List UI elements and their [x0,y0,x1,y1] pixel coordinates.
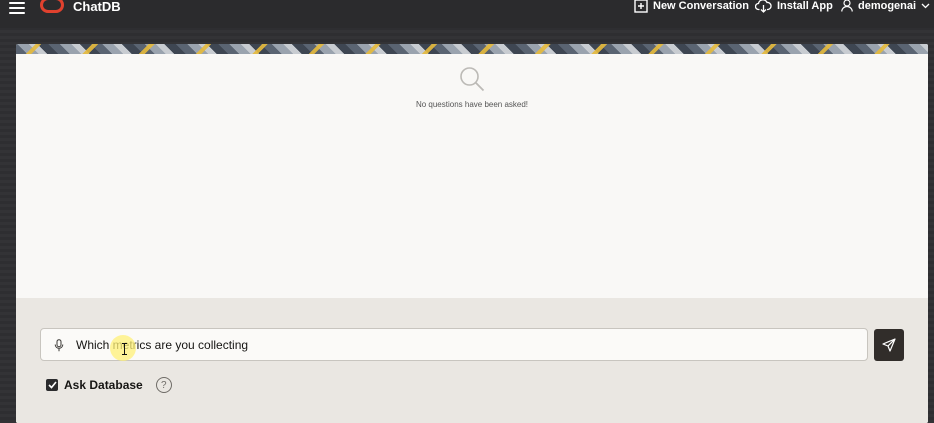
chat-region: No questions have been asked! Which metr… [16,44,928,423]
user-menu[interactable]: demogenai [841,0,930,12]
prompt-input[interactable] [76,329,856,360]
checkmark-icon [47,381,57,389]
prompt-footer: Ask Database ? [16,298,928,423]
user-name: demogenai [858,0,917,12]
decorative-banner [16,44,928,54]
search-icon [460,67,485,92]
user-icon [841,0,853,12]
app-title[interactable]: ChatDB [73,0,121,14]
top-navigation-bar: ChatDB New Conversation Install App demo… [0,0,934,28]
new-conversation-button[interactable]: New Conversation [634,0,749,13]
oracle-logo[interactable] [40,0,64,13]
install-app-button[interactable]: Install App [755,0,833,13]
ask-database-option: Ask Database ? [46,377,172,393]
prompt-field[interactable] [40,328,868,361]
send-button[interactable] [874,329,904,361]
new-conversation-label: New Conversation [653,0,749,12]
install-app-label: Install App [777,0,833,12]
hamburger-icon[interactable] [9,2,25,14]
microphone-icon[interactable] [54,339,64,352]
ask-database-label[interactable]: Ask Database [64,378,143,392]
help-icon[interactable]: ? [155,377,172,393]
chevron-down-icon [921,3,930,8]
send-icon [882,338,896,352]
cloud-download-icon [755,0,772,13]
ask-database-checkbox[interactable] [46,379,58,391]
plus-square-icon [634,0,648,13]
empty-state-message: No questions have been asked! [415,100,529,109]
